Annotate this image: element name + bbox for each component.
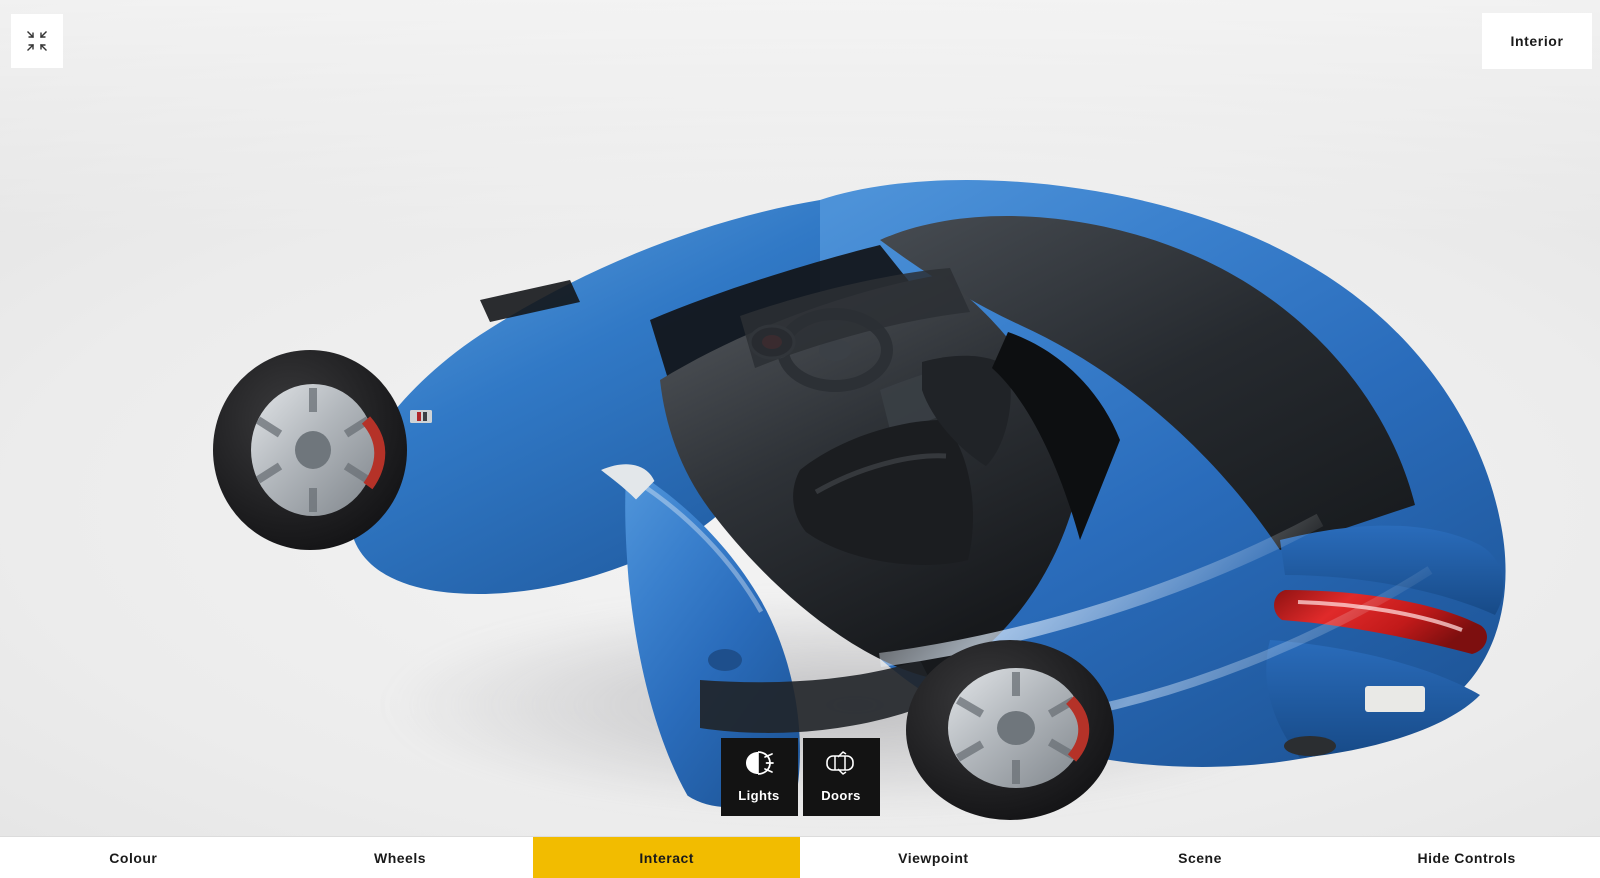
tab-wheels[interactable]: Wheels <box>266 837 534 878</box>
tab-hide-controls[interactable]: Hide Controls <box>1333 837 1600 878</box>
tab-colour[interactable]: Colour <box>0 837 267 878</box>
fender-badge <box>410 410 432 423</box>
interior-view-button[interactable]: Interior <box>1482 13 1592 69</box>
tab-interact[interactable]: Interact <box>533 837 801 878</box>
3d-viewer-canvas[interactable]: Interior Lights Doors <box>0 0 1600 878</box>
tab-scene[interactable]: Scene <box>1066 837 1334 878</box>
tab-viewpoint-label: Viewpoint <box>898 849 969 866</box>
interior-button-label: Interior <box>1510 33 1564 49</box>
doors-button-label: Doors <box>821 788 861 803</box>
tab-hide-controls-label: Hide Controls <box>1417 849 1516 866</box>
lights-button-label: Lights <box>738 788 780 803</box>
tab-interact-label: Interact <box>639 849 694 866</box>
lights-toggle-button[interactable]: Lights <box>720 738 798 816</box>
exit-fullscreen-button[interactable] <box>11 14 63 68</box>
tab-viewpoint[interactable]: Viewpoint <box>800 837 1067 878</box>
tab-colour-label: Colour <box>109 849 158 866</box>
bottom-tab-bar: Colour Wheels Interact Viewpoint Scene H… <box>0 836 1600 878</box>
door-handle[interactable] <box>708 649 742 671</box>
license-plate <box>1365 686 1425 712</box>
car-model-render[interactable] <box>180 120 1580 820</box>
doors-toggle-button[interactable]: Doors <box>802 738 880 816</box>
car-doors-top-view-icon <box>824 747 858 779</box>
front-wheel <box>213 350 407 550</box>
tab-scene-label: Scene <box>1178 849 1222 866</box>
tab-wheels-label: Wheels <box>374 849 427 866</box>
rear-wheel <box>906 640 1114 820</box>
collapse-arrows-icon <box>27 31 47 51</box>
exhaust-tip <box>1284 736 1336 756</box>
headlight-icon <box>744 747 774 779</box>
